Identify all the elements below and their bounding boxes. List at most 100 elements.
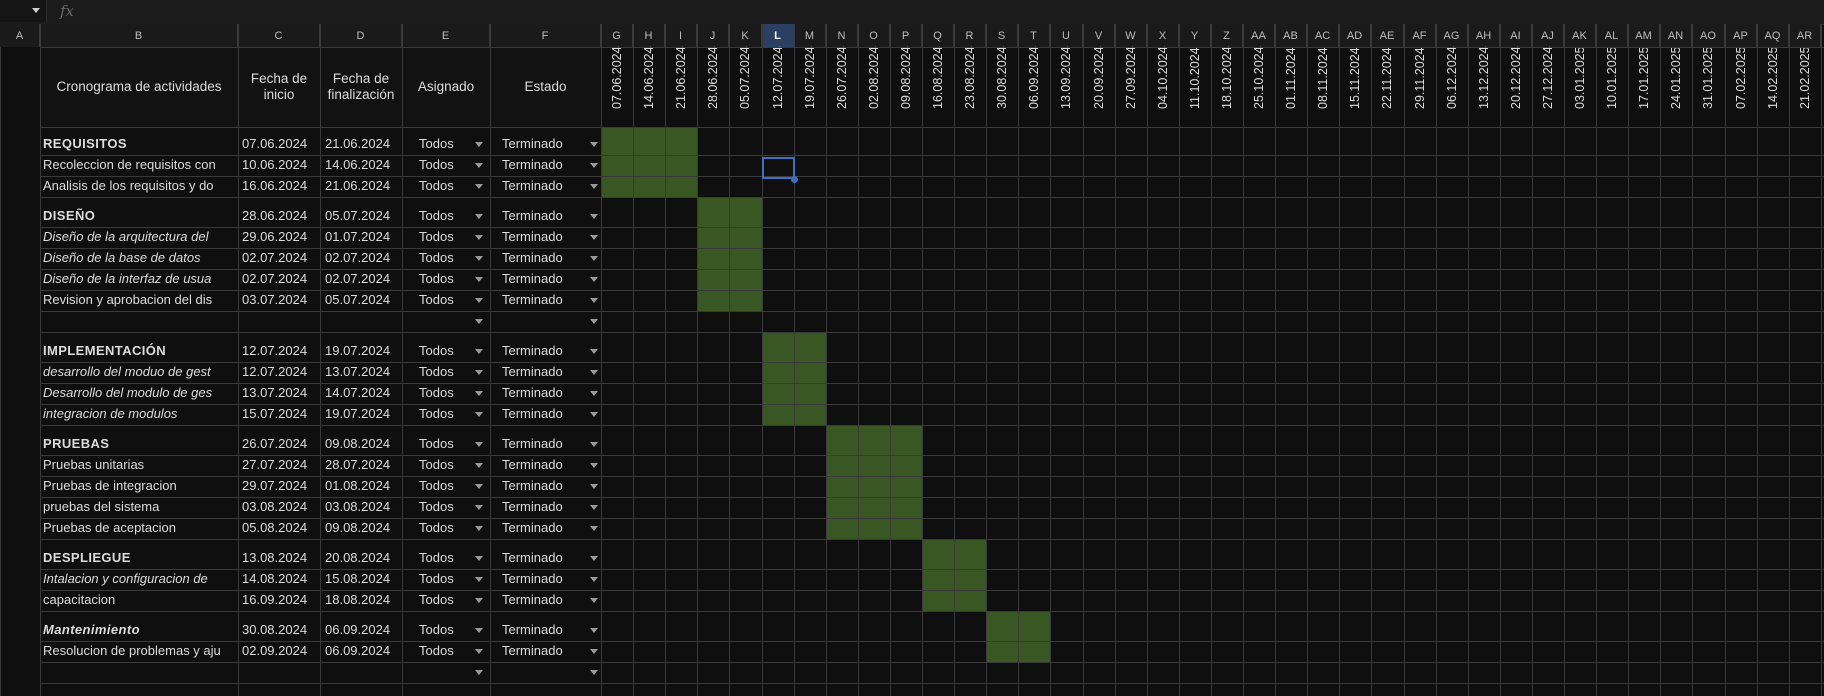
end-date-cell[interactable]: 05.07.2024 [325, 206, 390, 226]
activity-name-cell[interactable]: integracion de modulos [43, 404, 236, 424]
status-dropdown[interactable]: Terminado [502, 455, 563, 475]
status-chevron-down-icon[interactable] [590, 463, 598, 468]
column-header-n[interactable]: N [826, 24, 858, 47]
assigned-dropdown[interactable]: Todos [419, 176, 454, 196]
start-date-cell[interactable]: 15.07.2024 [242, 404, 307, 424]
column-header-x[interactable]: X [1147, 24, 1179, 47]
end-date-cell[interactable]: 06.09.2024 [325, 641, 390, 661]
column-header-v[interactable]: V [1083, 24, 1115, 47]
activity-name-cell[interactable]: desarrollo del moduo de gest [43, 362, 236, 382]
assigned-dropdown[interactable]: Todos [419, 569, 454, 589]
activity-name-cell[interactable]: Pruebas unitarias [43, 455, 236, 475]
column-header-ac[interactable]: AC [1307, 24, 1339, 47]
column-header-o[interactable]: O [858, 24, 890, 47]
column-header-an[interactable]: AN [1660, 24, 1692, 47]
start-date-cell[interactable]: 26.07.2024 [242, 434, 307, 454]
end-date-cell[interactable]: 14.07.2024 [325, 383, 390, 403]
activity-name-cell[interactable]: IMPLEMENTACIÓN [43, 341, 236, 361]
end-date-cell[interactable]: 20.08.2024 [325, 548, 390, 568]
column-header-y[interactable]: Y [1179, 24, 1211, 47]
assigned-chevron-down-icon[interactable] [475, 670, 483, 675]
end-date-cell[interactable]: 01.07.2024 [325, 227, 390, 247]
assigned-dropdown[interactable]: Todos [419, 134, 454, 154]
column-header-ao[interactable]: AO [1692, 24, 1725, 47]
column-header-ag[interactable]: AG [1436, 24, 1468, 47]
end-date-cell[interactable]: 13.07.2024 [325, 362, 390, 382]
assigned-chevron-down-icon[interactable] [475, 577, 483, 582]
assigned-chevron-down-icon[interactable] [475, 505, 483, 510]
assigned-dropdown[interactable]: Todos [419, 362, 454, 382]
assigned-chevron-down-icon[interactable] [475, 277, 483, 282]
end-date-cell[interactable]: 02.07.2024 [325, 248, 390, 268]
status-chevron-down-icon[interactable] [590, 142, 598, 147]
end-date-cell[interactable]: 19.07.2024 [325, 404, 390, 424]
status-chevron-down-icon[interactable] [590, 526, 598, 531]
column-header-w[interactable]: W [1115, 24, 1147, 47]
assigned-dropdown[interactable]: Todos [419, 641, 454, 661]
end-date-cell[interactable]: 18.08.2024 [325, 590, 390, 610]
activity-name-cell[interactable]: Revision y aprobacion del dis [43, 290, 236, 310]
status-dropdown[interactable]: Terminado [502, 383, 563, 403]
column-header-aj[interactable]: AJ [1532, 24, 1564, 47]
status-dropdown[interactable]: Terminado [502, 206, 563, 226]
status-chevron-down-icon[interactable] [590, 628, 598, 633]
activity-name-cell[interactable]: Resolucion de problemas y aju [43, 641, 236, 661]
column-header-q[interactable]: Q [922, 24, 954, 47]
status-chevron-down-icon[interactable] [590, 442, 598, 447]
activity-name-cell[interactable]: Recoleccion de requisitos con [43, 155, 236, 175]
status-chevron-down-icon[interactable] [590, 235, 598, 240]
start-date-cell[interactable]: 13.08.2024 [242, 548, 307, 568]
assigned-dropdown[interactable]: Todos [419, 518, 454, 538]
selected-cell[interactable] [762, 157, 795, 179]
start-date-cell[interactable]: 03.08.2024 [242, 497, 307, 517]
activity-name-cell[interactable]: Intalacion y configuracion de [43, 569, 236, 589]
start-date-cell[interactable]: 05.08.2024 [242, 518, 307, 538]
column-header-j[interactable]: J [697, 24, 729, 47]
activity-name-cell[interactable]: Pruebas de aceptacion [43, 518, 236, 538]
status-dropdown[interactable]: Terminado [502, 548, 563, 568]
activity-name-cell[interactable]: Analisis de los requisitos y do [43, 176, 236, 196]
status-chevron-down-icon[interactable] [590, 412, 598, 417]
column-header-a[interactable]: A [0, 24, 40, 47]
end-date-cell[interactable]: 02.07.2024 [325, 269, 390, 289]
status-dropdown[interactable]: Terminado [502, 620, 563, 640]
assigned-chevron-down-icon[interactable] [475, 556, 483, 561]
status-dropdown[interactable]: Terminado [502, 569, 563, 589]
end-date-cell[interactable]: 21.06.2024 [325, 176, 390, 196]
status-dropdown[interactable]: Terminado [502, 497, 563, 517]
assigned-chevron-down-icon[interactable] [475, 442, 483, 447]
fill-handle[interactable] [791, 176, 798, 183]
column-header-ah[interactable]: AH [1468, 24, 1500, 47]
assigned-chevron-down-icon[interactable] [475, 463, 483, 468]
start-date-cell[interactable]: 02.09.2024 [242, 641, 307, 661]
status-chevron-down-icon[interactable] [590, 319, 598, 324]
start-date-cell[interactable]: 02.07.2024 [242, 248, 307, 268]
start-date-cell[interactable]: 13.07.2024 [242, 383, 307, 403]
status-chevron-down-icon[interactable] [590, 163, 598, 168]
start-date-cell[interactable]: 14.08.2024 [242, 569, 307, 589]
end-date-cell[interactable]: 01.08.2024 [325, 476, 390, 496]
status-chevron-down-icon[interactable] [590, 577, 598, 582]
assigned-dropdown[interactable]: Todos [419, 497, 454, 517]
status-chevron-down-icon[interactable] [590, 505, 598, 510]
column-header-l[interactable]: L [762, 24, 794, 47]
column-header-ab[interactable]: AB [1275, 24, 1307, 47]
assigned-dropdown[interactable]: Todos [419, 404, 454, 424]
activity-name-cell[interactable]: Pruebas de integracion [43, 476, 236, 496]
column-header-aq[interactable]: AQ [1757, 24, 1789, 47]
status-chevron-down-icon[interactable] [590, 277, 598, 282]
start-date-cell[interactable]: 29.07.2024 [242, 476, 307, 496]
start-date-cell[interactable]: 02.07.2024 [242, 269, 307, 289]
start-date-cell[interactable]: 29.06.2024 [242, 227, 307, 247]
column-header-ai[interactable]: AI [1500, 24, 1532, 47]
start-date-cell[interactable]: 12.07.2024 [242, 362, 307, 382]
status-dropdown[interactable]: Terminado [502, 476, 563, 496]
column-header-z[interactable]: Z [1211, 24, 1243, 47]
assigned-dropdown[interactable]: Todos [419, 620, 454, 640]
assigned-dropdown[interactable]: Todos [419, 383, 454, 403]
end-date-cell[interactable]: 09.08.2024 [325, 434, 390, 454]
activity-name-cell[interactable]: DESPLIEGUE [43, 548, 236, 568]
status-dropdown[interactable]: Terminado [502, 341, 563, 361]
assigned-chevron-down-icon[interactable] [475, 235, 483, 240]
start-date-cell[interactable]: 27.07.2024 [242, 455, 307, 475]
